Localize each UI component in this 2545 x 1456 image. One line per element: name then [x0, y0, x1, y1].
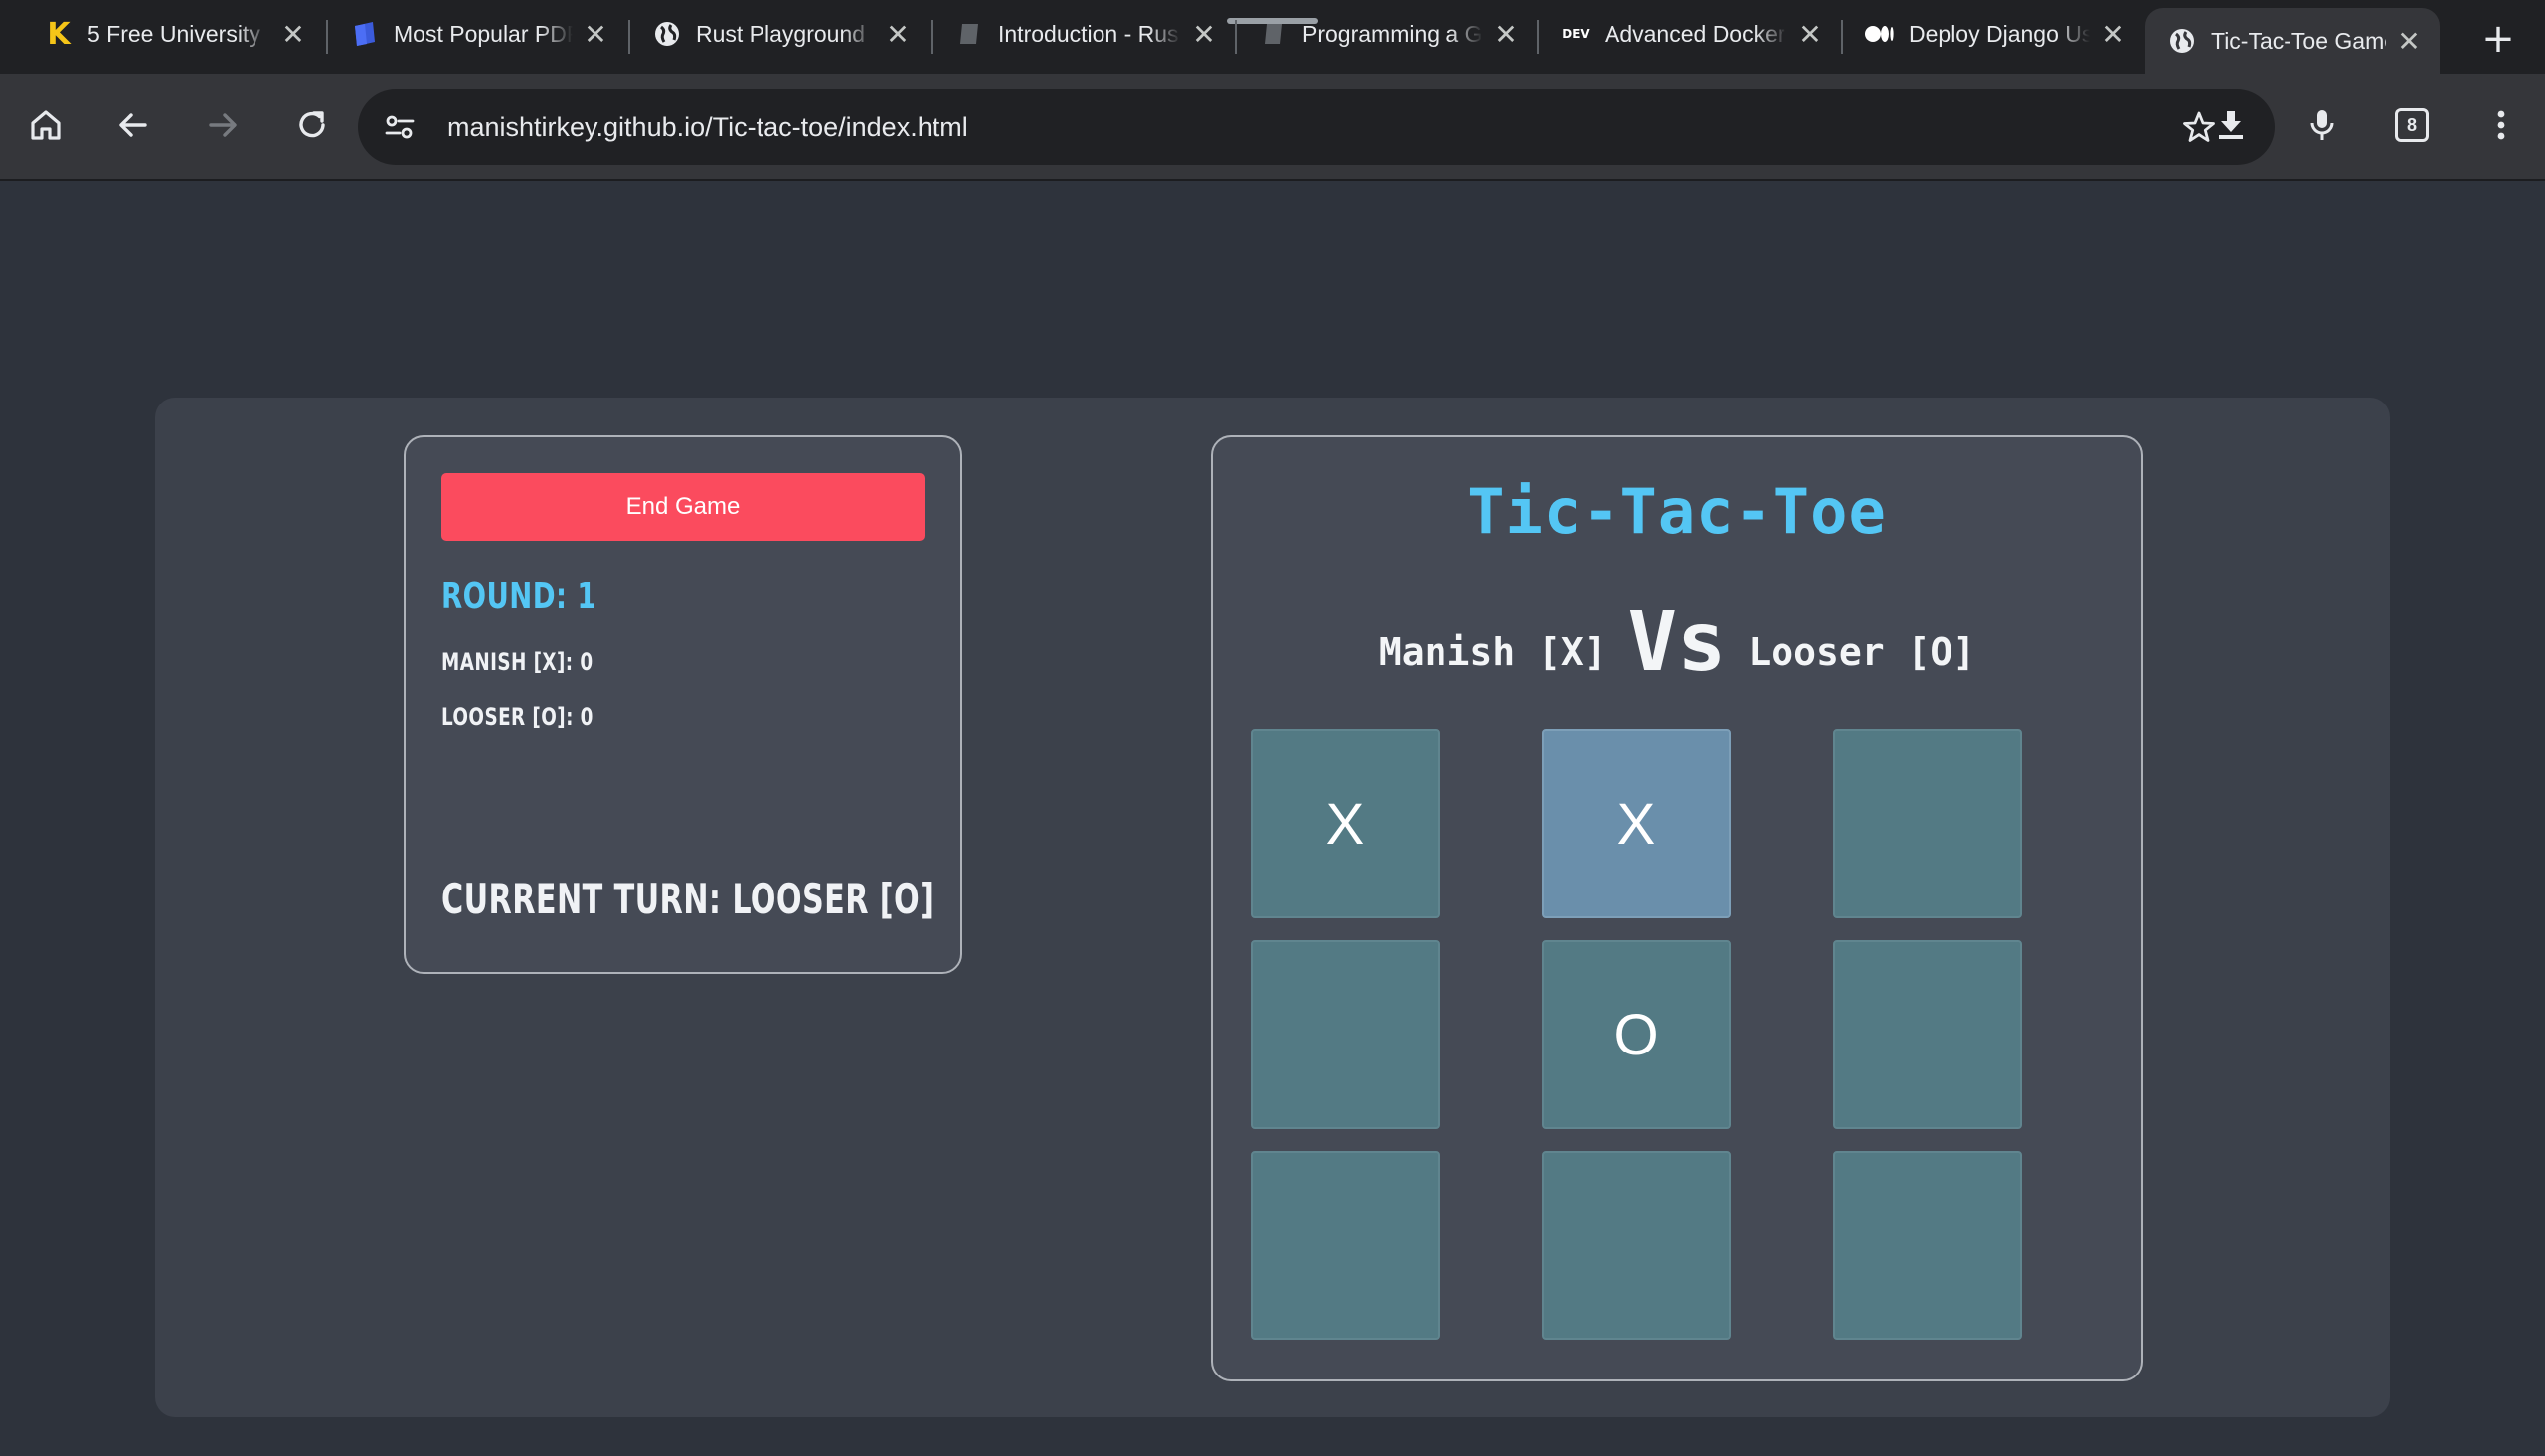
- tab-programming-a-g[interactable]: Programming a G ✕: [1237, 6, 1537, 62]
- tab-switcher-button[interactable]: 8: [2384, 97, 2440, 153]
- tab-introduction-rust[interactable]: Introduction - Rus ✕: [933, 6, 1235, 62]
- tab-title: Introduction - Rus: [998, 20, 1179, 47]
- game-container: End Game ROUND: 1 MANISH [X]: 0 LOOSER […: [155, 398, 2390, 1417]
- tab-advanced-docker[interactable]: DEV Advanced Docker ✕: [1539, 6, 1841, 62]
- globe-icon: [652, 19, 682, 49]
- tab-title: Rust Playground: [696, 20, 866, 47]
- tab-5-free-university[interactable]: K 5 Free University ✕: [22, 6, 324, 62]
- back-arrow-icon: [119, 113, 147, 137]
- site-settings-icon[interactable]: [372, 99, 427, 155]
- board-cell-1[interactable]: X: [1251, 729, 1440, 918]
- medium-logo-icon: [1865, 19, 1895, 49]
- book-icon: [954, 19, 984, 49]
- back-button[interactable]: [105, 97, 161, 153]
- home-button[interactable]: [18, 97, 74, 153]
- voice-search-button[interactable]: [2294, 97, 2350, 153]
- board-cell-7[interactable]: [1251, 1151, 1440, 1340]
- vs-label: Vs: [1627, 595, 1727, 690]
- player1-score: MANISH [X]: 0: [441, 648, 594, 676]
- page-viewport: End Game ROUND: 1 MANISH [X]: 0 LOOSER […: [0, 181, 2545, 1456]
- tab-rust-playground[interactable]: Rust Playground ✕: [630, 6, 929, 62]
- tab-title: Tic-Tac-Toe Game: [2211, 27, 2386, 54]
- round-counter: ROUND: 1: [441, 576, 597, 617]
- forward-arrow-icon: [209, 113, 237, 137]
- board-cell-5[interactable]: O: [1542, 940, 1731, 1129]
- k-logo-icon: K: [47, 16, 71, 52]
- matchup: Manish [X] Vs Looser [O]: [1213, 584, 2141, 684]
- downloads-button[interactable]: [2203, 97, 2259, 153]
- current-turn: CURRENT TURN: LOOSER [O]: [441, 875, 934, 923]
- home-icon: [31, 110, 61, 140]
- board-cell-6[interactable]: [1833, 940, 2022, 1129]
- board-cell-9[interactable]: [1833, 1151, 2022, 1340]
- board-panel: Tic-Tac-Toe Manish [X] Vs Looser [O] X X…: [1211, 435, 2143, 1381]
- tab-title: Deploy Django Us: [1909, 20, 2090, 47]
- board-cell-4[interactable]: [1251, 940, 1440, 1129]
- browser-toolbar: manishtirkey.github.io/Tic-tac-toe/index…: [0, 74, 2545, 181]
- game-title: Tic-Tac-Toe: [1467, 475, 1887, 548]
- download-icon: [2219, 111, 2243, 139]
- dev-logo-icon: DEV: [1562, 27, 1590, 41]
- close-icon[interactable]: ✕: [581, 18, 610, 51]
- microphone-icon: [2310, 110, 2334, 140]
- tab-count-badge: 8: [2395, 108, 2429, 142]
- player2-name: Looser [O]: [1748, 630, 1976, 674]
- tab-most-popular-pdf[interactable]: Most Popular PDF ✕: [328, 6, 626, 62]
- book-icon: [1259, 19, 1288, 49]
- close-icon[interactable]: ✕: [2394, 25, 2424, 58]
- player2-score: LOOSER [O]: 0: [441, 703, 594, 730]
- pdf-logo-icon: [350, 19, 380, 49]
- info-panel: End Game ROUND: 1 MANISH [X]: 0 LOOSER […: [404, 435, 962, 974]
- board-cell-2[interactable]: X: [1542, 729, 1731, 918]
- tab-tic-tac-toe-game[interactable]: Tic-Tac-Toe Game ✕: [2145, 8, 2440, 74]
- close-icon[interactable]: ✕: [2098, 18, 2127, 51]
- forward-button[interactable]: [195, 97, 251, 153]
- close-icon[interactable]: ✕: [1189, 18, 1219, 51]
- tab-deploy-django[interactable]: Deploy Django Us ✕: [1843, 6, 2143, 62]
- url-text[interactable]: manishtirkey.github.io/Tic-tac-toe/index…: [447, 89, 968, 165]
- tab-title: 5 Free University: [87, 20, 260, 47]
- player1-name: Manish [X]: [1378, 630, 1607, 674]
- close-icon[interactable]: ✕: [278, 18, 308, 51]
- browser-menu-button[interactable]: [2473, 97, 2529, 153]
- reload-button[interactable]: [284, 97, 340, 153]
- board-cell-8[interactable]: [1542, 1151, 1731, 1340]
- tab-title: Most Popular PDF: [394, 20, 573, 47]
- tab-title: Advanced Docker: [1605, 20, 1785, 47]
- tab-title: Programming a G: [1302, 20, 1483, 47]
- game-board: X X O: [1251, 729, 2022, 1340]
- address-bar[interactable]: manishtirkey.github.io/Tic-tac-toe/index…: [358, 89, 2275, 165]
- board-cell-3[interactable]: [1833, 729, 2022, 918]
- reload-icon: [299, 111, 325, 138]
- end-game-button[interactable]: End Game: [441, 473, 925, 541]
- close-icon[interactable]: ✕: [883, 18, 913, 51]
- close-icon[interactable]: ✕: [1491, 18, 1521, 51]
- globe-icon: [2167, 26, 2197, 56]
- close-icon[interactable]: ✕: [1795, 18, 1825, 51]
- tab-strip: K 5 Free University ✕ Most Popular PDF ✕…: [0, 0, 2545, 74]
- more-vert-icon: [2497, 110, 2505, 140]
- new-tab-button[interactable]: +: [2475, 16, 2521, 62]
